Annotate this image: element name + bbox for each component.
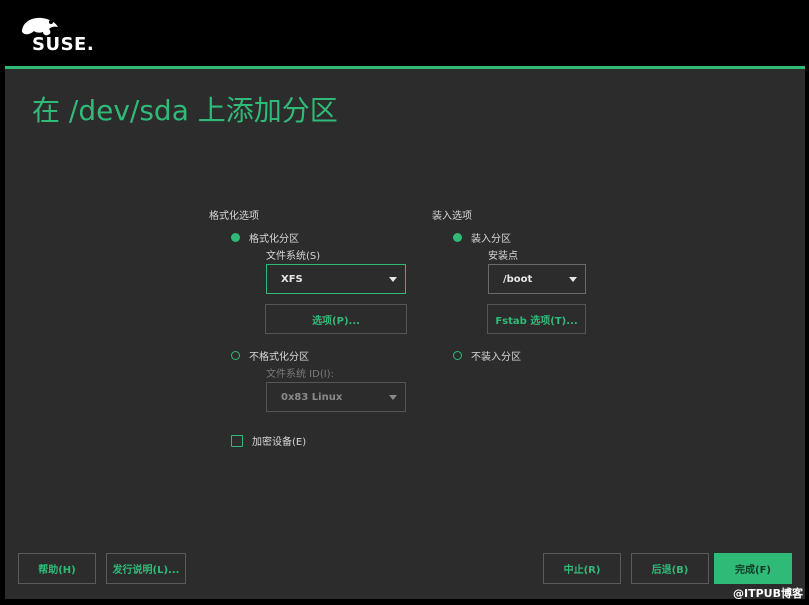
no-mount-label: 不装入分区 <box>471 352 521 363</box>
release-notes-button[interactable]: 发行说明(L)... <box>106 553 186 584</box>
filesystem-id-label: 文件系统 ID(I): <box>266 369 334 380</box>
top-bar: SUSE. <box>0 0 809 66</box>
mount-point-label: 安装点 <box>488 251 518 262</box>
encrypt-device-label: 加密设备(E) <box>252 437 307 448</box>
finish-button[interactable]: 完成(F) <box>714 553 792 584</box>
no-mount-radio[interactable]: 不装入分区 <box>453 348 521 363</box>
format-partition-radio[interactable]: 格式化分区 <box>231 230 299 245</box>
checkbox-icon <box>231 434 243 447</box>
logo-wordmark: SUSE. <box>32 34 95 55</box>
fstab-options-button[interactable]: Fstab 选项(T)... <box>487 304 586 334</box>
mount-partition-label: 装入分区 <box>471 234 511 245</box>
radio-selected-icon <box>231 233 240 242</box>
abort-button[interactable]: 中止(R) <box>543 553 621 584</box>
filesystem-label: 文件系统(S) <box>266 251 321 262</box>
filesystem-id-value: 0x83 Linux <box>281 391 343 403</box>
mount-partition-radio[interactable]: 装入分区 <box>453 230 511 245</box>
radio-selected-icon <box>453 233 462 242</box>
main-panel: 在 /dev/sda 上添加分区 格式化选项 格式化分区 文件系统(S) XFS… <box>5 69 805 599</box>
radio-unselected-icon <box>453 351 462 360</box>
filesystem-value: XFS <box>281 273 303 285</box>
watermark: @ITPUB博客 <box>733 587 803 600</box>
help-button[interactable]: 帮助(H) <box>18 553 96 584</box>
filesystem-id-select[interactable]: 0x83 Linux <box>266 382 406 412</box>
no-format-radio[interactable]: 不格式化分区 <box>231 348 309 363</box>
no-format-label: 不格式化分区 <box>249 352 309 363</box>
mount-point-select[interactable]: /boot <box>488 264 586 294</box>
options-button[interactable]: 选项(P)... <box>265 304 407 334</box>
chevron-down-icon <box>389 277 397 282</box>
back-button[interactable]: 后退(B) <box>631 553 709 584</box>
chevron-down-icon <box>389 395 397 400</box>
filesystem-select[interactable]: XFS <box>266 264 406 294</box>
chevron-down-icon <box>569 277 577 282</box>
page-title: 在 /dev/sda 上添加分区 <box>32 94 338 127</box>
encrypt-device-checkbox[interactable]: 加密设备(E) <box>231 433 306 448</box>
mount-point-value: /boot <box>503 273 533 285</box>
suse-logo: SUSE. <box>18 14 98 58</box>
format-partition-label: 格式化分区 <box>249 234 299 245</box>
format-options-heading: 格式化选项 <box>209 211 259 222</box>
radio-unselected-icon <box>231 351 240 360</box>
mount-options-heading: 装入选项 <box>432 211 472 222</box>
